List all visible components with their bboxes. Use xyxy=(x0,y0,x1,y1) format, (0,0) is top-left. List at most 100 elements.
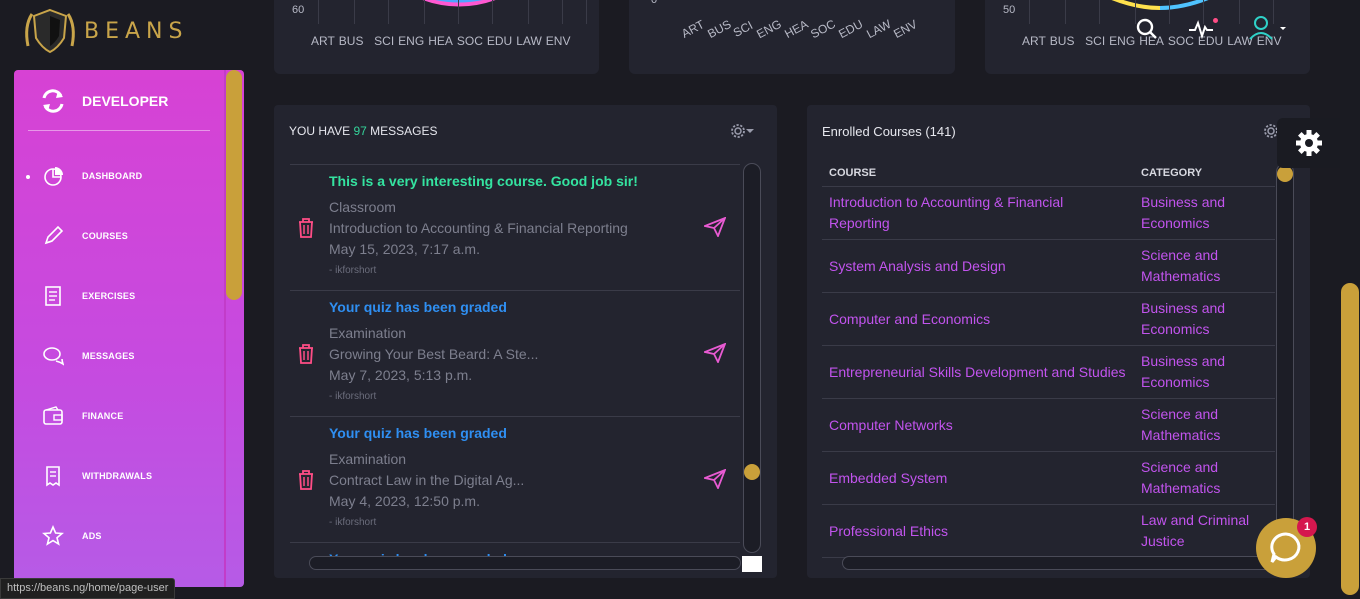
x-tick: SCI xyxy=(1085,34,1106,48)
pencil-icon xyxy=(42,225,64,247)
notification-dot xyxy=(1213,18,1218,23)
chat-bubbles-icon xyxy=(42,345,64,367)
chat-unread-badge: 1 xyxy=(1297,517,1317,537)
table-row[interactable]: Professional Ethics Law and Criminal Just… xyxy=(822,504,1275,558)
y-tick-label: 50 xyxy=(1003,4,1016,16)
messages-vertical-scrollbar[interactable] xyxy=(743,163,761,553)
x-tick: ENV xyxy=(545,34,571,48)
table-row[interactable]: System Analysis and Design Science and Ma… xyxy=(822,239,1275,293)
messages-horizontal-scrollbar[interactable] xyxy=(309,556,741,570)
send-icon[interactable] xyxy=(704,217,726,237)
brand-name: BEANS xyxy=(84,18,189,44)
activity-icon[interactable] xyxy=(1188,19,1214,39)
send-icon[interactable] xyxy=(704,469,726,489)
sidebar-item-finance[interactable]: FINANCE xyxy=(42,405,123,427)
x-tick: EDU xyxy=(486,34,513,48)
category-link[interactable]: Business and Economics xyxy=(1134,345,1275,399)
x-tick: ENG xyxy=(1109,34,1136,48)
x-tick: ART xyxy=(1022,34,1046,48)
document-icon xyxy=(42,285,64,307)
message-date: May 7, 2023, 5:13 p.m. xyxy=(329,367,473,383)
sidebar-item-messages[interactable]: MESSAGES xyxy=(42,345,135,367)
category-link[interactable]: Science and Mathematics xyxy=(1134,451,1275,505)
table-row[interactable]: Computer Networks Science and Mathematics xyxy=(822,398,1275,452)
x-tick: SOC xyxy=(808,16,838,42)
sidebar-item-dashboard[interactable]: DASHBOARD xyxy=(42,165,142,187)
status-bar-url: https://beans.ng/home/page-user xyxy=(0,578,176,599)
sidebar-item-label: ADS xyxy=(82,531,102,541)
course-link[interactable]: System Analysis and Design xyxy=(822,239,1134,293)
x-tick: ENG xyxy=(398,34,425,48)
send-icon[interactable] xyxy=(704,343,726,363)
sidebar-item-label: DASHBOARD xyxy=(82,171,143,181)
x-tick: ENV xyxy=(891,17,920,41)
course-link[interactable]: Embedded System xyxy=(822,451,1134,505)
sidebar: DEVELOPER DASHBOARD COURSES EXERCISES ME… xyxy=(14,70,244,587)
x-tick: HEA xyxy=(428,34,453,48)
brand-logo[interactable]: BEANS xyxy=(22,6,188,56)
table-row[interactable]: Computer and Economics Business and Econo… xyxy=(822,292,1275,346)
user-menu-icon[interactable] xyxy=(1248,15,1288,41)
sidebar-item-label: WITHDRAWALS xyxy=(82,471,153,481)
x-tick: SCI xyxy=(731,18,756,40)
gear-icon xyxy=(1295,130,1322,156)
x-tick: BUS xyxy=(704,17,734,41)
message-author: - ikforshort xyxy=(329,391,377,402)
gear-icon xyxy=(731,124,745,138)
trash-icon[interactable] xyxy=(296,469,316,491)
table-row[interactable]: Introduction to Accounting & Financial R… xyxy=(822,186,1275,240)
caret-down-icon xyxy=(746,129,754,133)
sidebar-item-exercises[interactable]: EXERCISES xyxy=(42,285,135,307)
scroll-thumb[interactable] xyxy=(1277,166,1293,182)
category-link[interactable]: Business and Economics xyxy=(1134,292,1275,346)
sidebar-item-label: EXERCISES xyxy=(82,291,136,301)
course-link[interactable]: Computer Networks xyxy=(822,398,1134,452)
enrolled-courses-panel: Enrolled Courses (141) COURSE CATEGORY I… xyxy=(807,105,1310,578)
x-tick: LAW xyxy=(863,16,893,42)
sidebar-item-ads[interactable]: ADS xyxy=(42,525,102,547)
message-author: - ikforshort xyxy=(329,265,377,276)
message-type: Examination xyxy=(329,325,407,341)
sidebar-item-label: MESSAGES xyxy=(82,351,135,361)
scroll-thumb[interactable] xyxy=(744,464,760,480)
sidebar-item-withdrawals[interactable]: WITHDRAWALS xyxy=(42,465,152,487)
courses-table: COURSE CATEGORY Introduction to Accounti… xyxy=(822,163,1275,558)
active-indicator xyxy=(26,175,30,179)
messages-settings-dropdown[interactable] xyxy=(730,123,754,139)
message-item[interactable]: Your quiz has been graded Examination Gr… xyxy=(290,290,740,416)
sidebar-scrollbar[interactable] xyxy=(226,70,242,300)
theme-settings-button[interactable] xyxy=(1277,118,1340,168)
message-type: Classroom xyxy=(329,199,396,215)
receipt-icon xyxy=(42,465,64,487)
message-item[interactable]: Your quiz has been graded Examination Co… xyxy=(290,416,740,542)
category-link[interactable]: Law and Criminal Justice xyxy=(1134,504,1275,558)
course-link[interactable]: Introduction to Accounting & Financial R… xyxy=(822,186,1134,240)
role-switcher[interactable]: DEVELOPER xyxy=(40,88,168,114)
message-date: May 4, 2023, 12:50 p.m. xyxy=(329,493,480,509)
message-course: Introduction to Accounting & Financial R… xyxy=(329,220,628,236)
chat-bubble-icon xyxy=(1270,532,1301,563)
message-title: Your quiz has been graded xyxy=(329,299,507,315)
table-row[interactable]: Embedded System Science and Mathematics xyxy=(822,451,1275,505)
table-row[interactable]: Entrepreneurial Skills Development and S… xyxy=(822,345,1275,399)
message-title: This is a very interesting course. Good … xyxy=(329,173,638,189)
course-link[interactable]: Professional Ethics xyxy=(822,504,1134,558)
trash-icon[interactable] xyxy=(296,343,316,365)
trash-icon[interactable] xyxy=(296,217,316,239)
messages-panel: YOU HAVE 97 MESSAGES This is a very inte… xyxy=(274,105,777,578)
sidebar-item-courses[interactable]: COURSES xyxy=(42,225,128,247)
course-link[interactable]: Entrepreneurial Skills Development and S… xyxy=(822,345,1134,399)
search-icon[interactable] xyxy=(1135,17,1159,41)
message-course: Contract Law in the Digital Ag... xyxy=(329,472,525,488)
page-scrollbar[interactable] xyxy=(1340,0,1360,599)
courses-horizontal-scrollbar[interactable] xyxy=(842,556,1274,570)
courses-vertical-scrollbar[interactable] xyxy=(1276,163,1294,553)
category-link[interactable]: Science and Mathematics xyxy=(1134,398,1275,452)
message-item[interactable]: This is a very interesting course. Good … xyxy=(290,164,740,290)
category-link[interactable]: Science and Mathematics xyxy=(1134,239,1275,293)
x-tick: SCI xyxy=(374,34,395,48)
page-scroll-thumb[interactable] xyxy=(1341,283,1359,595)
x-tick: LAW xyxy=(516,34,542,48)
course-link[interactable]: Computer and Economics xyxy=(822,292,1134,346)
category-link[interactable]: Business and Economics xyxy=(1134,186,1275,240)
